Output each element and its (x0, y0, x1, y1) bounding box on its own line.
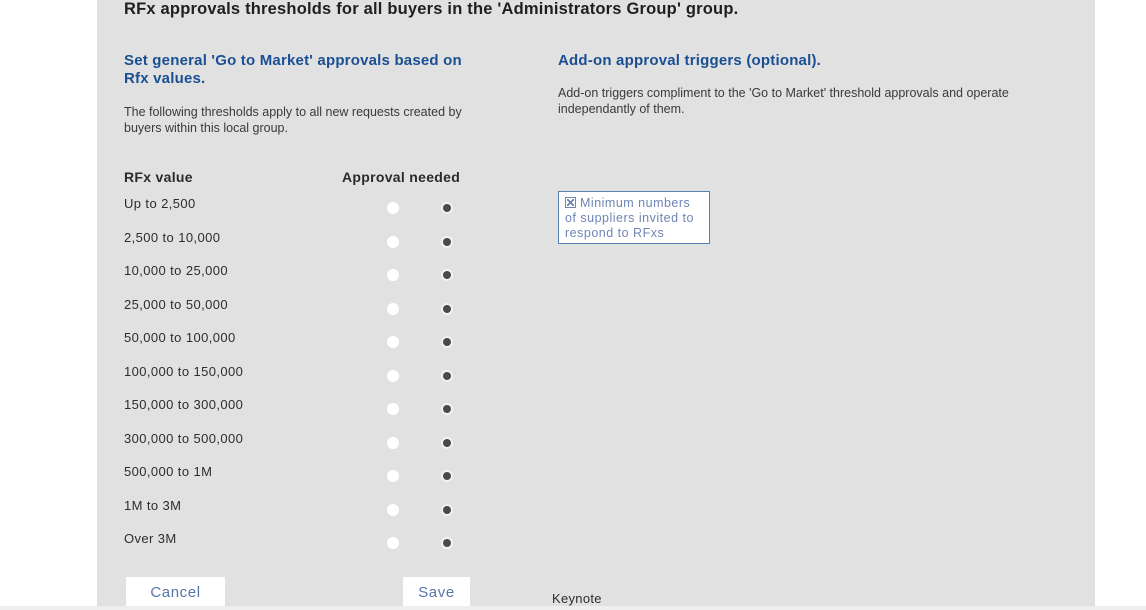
threshold-label: 25,000 to 50,000 (124, 296, 228, 312)
add-on-triggers-description: Add-on triggers compliment to the 'Go to… (558, 86, 1009, 116)
approval-not-needed-radio[interactable] (387, 269, 399, 281)
radio-selected-dot (443, 539, 451, 547)
approval-not-needed-radio[interactable] (387, 202, 399, 214)
radio-selected-dot (443, 304, 451, 313)
threshold-row: 2,500 to 10,000 (0, 230, 500, 254)
save-button[interactable]: Save (403, 577, 470, 607)
threshold-row: 150,000 to 300,000 (0, 397, 500, 421)
radio-selected-dot (443, 237, 451, 246)
threshold-label: Over 3M (124, 531, 177, 546)
threshold-label: 50,000 to 100,000 (124, 330, 236, 345)
approval-not-needed-radio[interactable] (387, 503, 399, 516)
approval-needed-radio[interactable] (441, 336, 453, 348)
threshold-row: 1M to 3M (0, 498, 500, 522)
approval-needed-radio[interactable] (441, 302, 453, 315)
radio-selected-dot (443, 505, 451, 514)
threshold-row: 500,000 to 1M (0, 464, 500, 488)
cancel-button[interactable]: Cancel (126, 577, 225, 607)
approval-needed-radio[interactable] (441, 537, 453, 549)
radio-selected-dot (443, 338, 451, 346)
checkbox-icon[interactable] (565, 197, 576, 208)
approval-needed-radio[interactable] (441, 369, 453, 382)
threshold-label: 2,500 to 10,000 (124, 229, 221, 245)
threshold-label: 10,000 to 25,000 (124, 263, 228, 278)
radio-selected-dot (443, 405, 451, 413)
threshold-row: 50,000 to 100,000 (0, 330, 500, 354)
threshold-row: 10,000 to 25,000 (0, 263, 500, 287)
threshold-row: 100,000 to 150,000 (0, 364, 500, 388)
approval-not-needed-radio[interactable] (387, 369, 399, 382)
approval-not-needed-radio[interactable] (387, 537, 399, 549)
threshold-label: 500,000 to 1M (124, 464, 213, 479)
approval-needed-radio[interactable] (441, 269, 453, 281)
bottom-strip (0, 606, 1146, 610)
radio-selected-dot (443, 438, 451, 447)
threshold-row: 25,000 to 50,000 (0, 297, 500, 321)
approval-not-needed-radio[interactable] (387, 403, 399, 415)
footer-keynote: Keynote (552, 591, 602, 606)
minimum-suppliers-trigger-label: Minimum numbers of suppliers invited to … (565, 196, 694, 240)
approval-needed-radio[interactable] (441, 403, 453, 415)
approval-not-needed-radio[interactable] (387, 436, 399, 449)
approval-needed-radio[interactable] (441, 503, 453, 516)
add-on-triggers-heading: Add-on approval triggers (optional). (558, 52, 822, 69)
threshold-label: 300,000 to 500,000 (124, 430, 244, 446)
threshold-label: 150,000 to 300,000 (124, 397, 244, 412)
approval-not-needed-radio[interactable] (387, 235, 399, 248)
threshold-row: 300,000 to 500,000 (0, 431, 500, 455)
approval-needed-radio[interactable] (441, 235, 453, 248)
threshold-label: Up to 2,500 (124, 196, 196, 211)
radio-selected-dot (443, 271, 451, 279)
radio-selected-dot (443, 472, 451, 480)
approval-not-needed-radio[interactable] (387, 302, 399, 315)
approval-needed-radio[interactable] (441, 202, 453, 214)
approval-needed-radio[interactable] (441, 470, 453, 482)
threshold-row: Up to 2,500 (0, 196, 500, 220)
threshold-row: Over 3M (0, 531, 500, 555)
threshold-label: 100,000 to 150,000 (124, 363, 244, 379)
minimum-suppliers-trigger[interactable]: Minimum numbers of suppliers invited to … (558, 191, 710, 244)
threshold-label: 1M to 3M (124, 497, 182, 513)
approval-needed-radio[interactable] (441, 436, 453, 449)
radio-selected-dot (443, 204, 451, 212)
approval-not-needed-radio[interactable] (387, 470, 399, 482)
approval-not-needed-radio[interactable] (387, 336, 399, 348)
radio-selected-dot (443, 371, 451, 380)
threshold-rows: Up to 2,500 2,500 to 10,000 10,000 to 25,0… (0, 0, 500, 560)
